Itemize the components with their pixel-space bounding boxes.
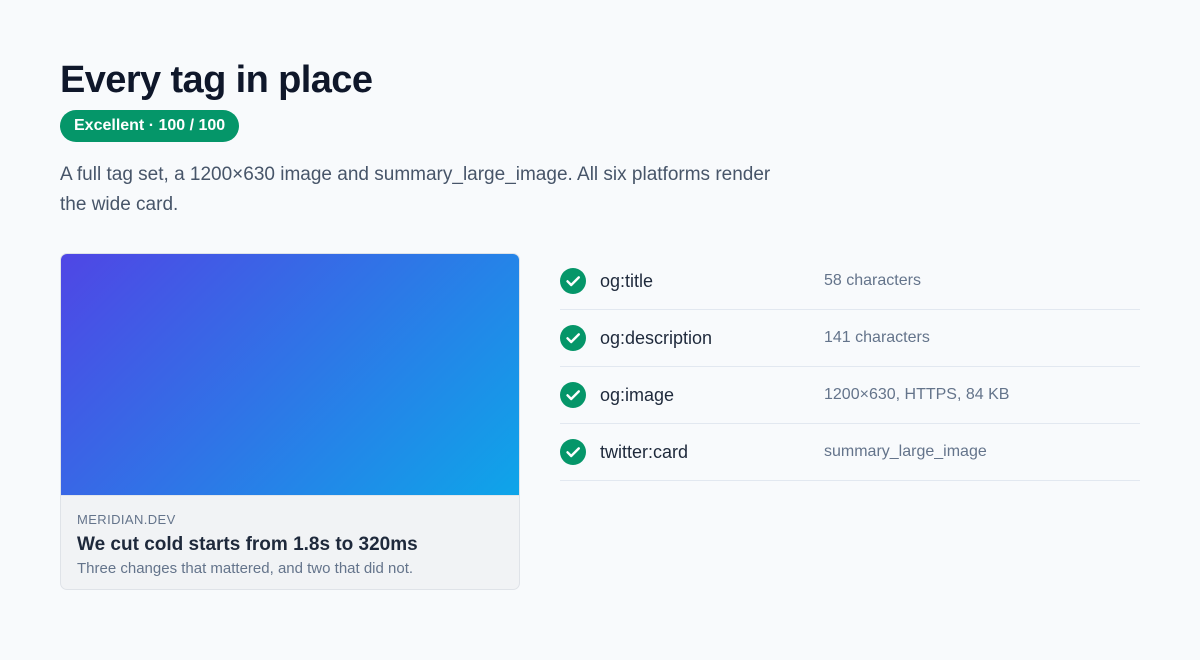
score-badge: Excellent · 100 / 100 xyxy=(60,110,240,142)
preview-card-image xyxy=(61,254,519,495)
seo-audit-result: Every tag in place Excellent · 100 / 100… xyxy=(60,0,1140,660)
result-description: A full tag set, a 1200×630 image and sum… xyxy=(60,164,771,215)
tag-name: og:description xyxy=(600,328,713,348)
check-icon xyxy=(560,325,586,351)
check-icon xyxy=(560,268,586,294)
check-icon xyxy=(560,439,586,465)
tag-check-row: og:title 58 characters xyxy=(560,253,1140,310)
tag-name: twitter:card xyxy=(600,442,689,462)
tag-detail: 58 characters xyxy=(824,272,921,289)
tag-check-list: og:title 58 characters og:description 14… xyxy=(560,253,1140,481)
tag-check-row: og:image 1200×630, HTTPS, 84 KB xyxy=(560,367,1140,424)
tag-name: og:title xyxy=(600,271,654,291)
preview-card-description: Three changes that mattered, and two tha… xyxy=(77,560,414,577)
check-icon xyxy=(560,382,586,408)
page-title: Every tag in place xyxy=(60,59,373,101)
tag-check-row: og:description 141 characters xyxy=(560,310,1140,367)
preview-card-title: We cut cold starts from 1.8s to 320ms xyxy=(77,534,418,555)
preview-card-body: MERIDIAN.DEV We cut cold starts from 1.8… xyxy=(61,495,519,589)
tag-check-row: twitter:card summary_large_image xyxy=(560,424,1140,481)
tag-detail: 141 characters xyxy=(824,329,930,346)
social-preview-card: MERIDIAN.DEV We cut cold starts from 1.8… xyxy=(60,253,520,590)
tag-detail: summary_large_image xyxy=(824,443,987,460)
tag-name: og:image xyxy=(600,385,675,405)
preview-card-domain: MERIDIAN.DEV xyxy=(77,512,176,527)
tag-detail: 1200×630, HTTPS, 84 KB xyxy=(824,386,1010,403)
